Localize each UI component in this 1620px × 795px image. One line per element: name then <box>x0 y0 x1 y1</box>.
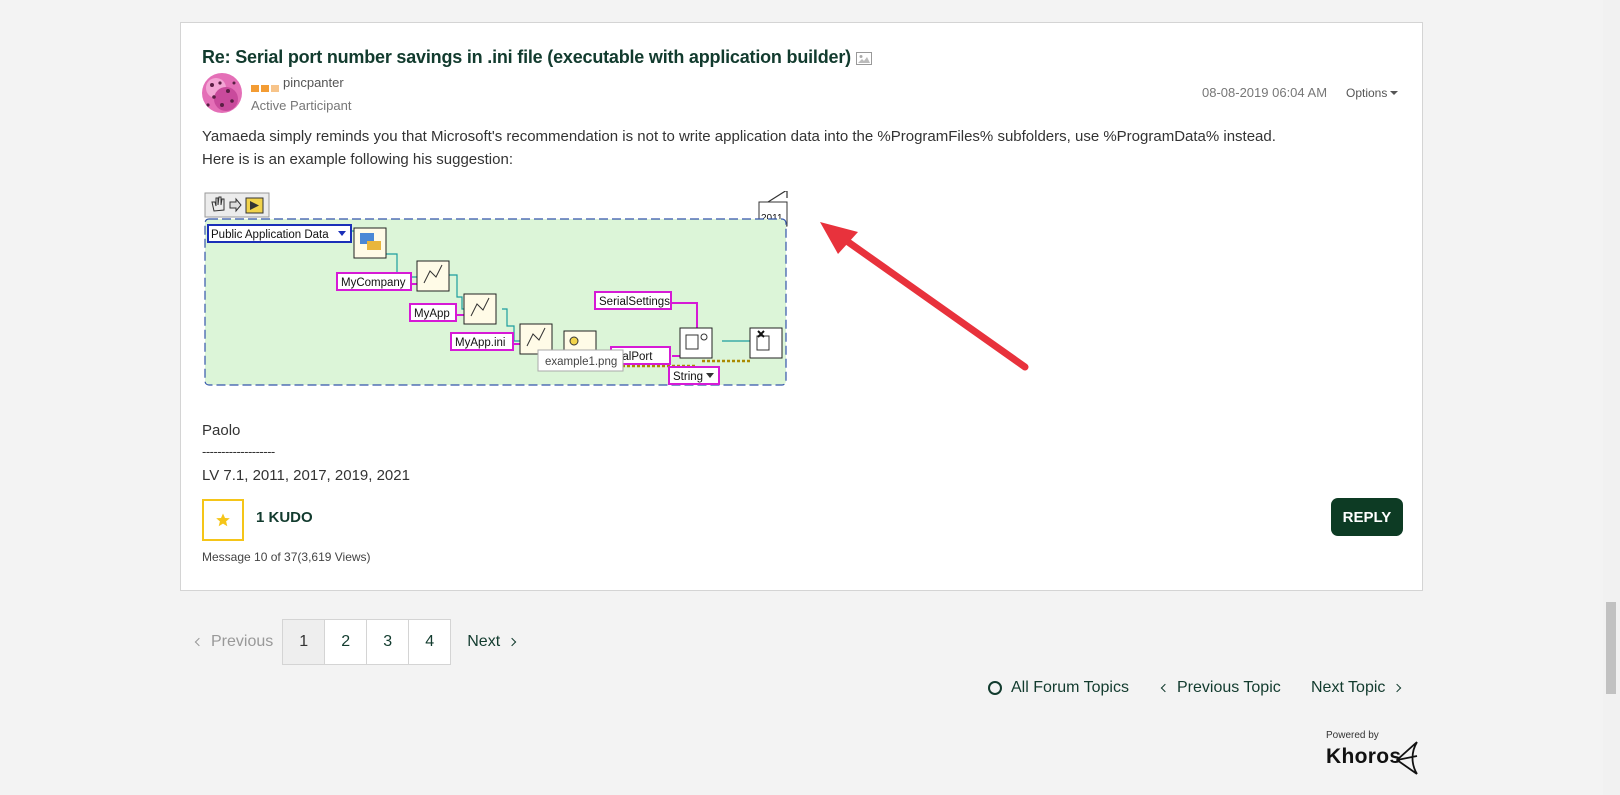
page-link-1[interactable]: 1 <box>282 619 326 665</box>
caret-down-icon <box>1390 91 1399 95</box>
page-link-4[interactable]: 4 <box>408 619 452 665</box>
body-line: Here is is an example following his sugg… <box>202 151 513 168</box>
star-icon <box>216 513 230 527</box>
khoros-logo[interactable]: Khoros <box>1326 745 1401 769</box>
image-attachment-icon <box>855 49 872 70</box>
chevron-right-icon <box>507 637 517 647</box>
build-path-node-icon <box>463 293 497 325</box>
powered-by-label: Powered by <box>1326 730 1379 741</box>
chevron-left-icon <box>1160 683 1170 693</box>
all-forum-topics-label[interactable]: All Forum Topics <box>1011 679 1129 697</box>
block-diagram-image[interactable]: 2011 Public Application Data <box>202 189 792 416</box>
pagination-next[interactable]: Next <box>451 619 517 665</box>
path-function-node-icon <box>353 227 387 259</box>
circle-icon <box>988 681 1002 695</box>
kudo-button[interactable] <box>202 499 244 541</box>
post-title-text[interactable]: Re: Serial port number savings in .ini f… <box>202 47 851 67</box>
close-config-node-icon <box>749 327 783 359</box>
page-link-3[interactable]: 3 <box>366 619 410 665</box>
khoros-logo-icon <box>1396 741 1418 775</box>
next-topic-link[interactable]: Next Topic <box>1311 679 1402 697</box>
string-constant: MyApp.ini <box>455 337 506 349</box>
author-rank: Active Participant <box>251 98 352 113</box>
pagination-previous-label: Previous <box>211 633 274 650</box>
signature-divider: ------------------- <box>202 444 275 459</box>
build-path-node-icon <box>416 260 450 292</box>
pagination-next-label[interactable]: Next <box>467 633 500 651</box>
signature-versions: LV 7.1, 2011, 2017, 2019, 2021 <box>202 467 410 484</box>
string-constant: MyApp <box>414 308 450 320</box>
signature-name: Paolo <box>202 422 241 439</box>
pagination: Previous 1 2 3 4 Next <box>188 619 517 665</box>
scrollbar-thumb[interactable] <box>1606 602 1616 694</box>
red-arrow-annotation <box>820 222 1029 371</box>
rank-bar-icon <box>251 79 279 97</box>
all-forum-topics-link[interactable]: All Forum Topics <box>988 679 1129 697</box>
previous-topic-link[interactable]: Previous Topic <box>1160 679 1281 697</box>
page-link-2[interactable]: 2 <box>324 619 368 665</box>
read-key-node-icon <box>679 327 713 359</box>
avatar[interactable] <box>202 73 242 113</box>
string-constant: SerialSettings <box>599 296 670 308</box>
body-line: Yamaeda simply reminds you that Microsof… <box>202 128 1276 145</box>
chevron-right-icon <box>1393 683 1402 693</box>
post-body: Yamaeda simply reminds you that Microsof… <box>202 125 1402 171</box>
pagination-previous: Previous <box>188 619 283 665</box>
type-dropdown: String <box>673 371 703 383</box>
image-tooltip: example1.png <box>545 356 617 368</box>
kudo-count[interactable]: 1 KUDO <box>256 509 313 526</box>
snippet-icon <box>245 197 264 214</box>
previous-topic-label[interactable]: Previous Topic <box>1177 679 1281 697</box>
string-constant: MyCompany <box>341 277 406 289</box>
post-title[interactable]: Re: Serial port number savings in .ini f… <box>202 47 872 70</box>
post-timestamp: 08-08-2019 06:04 AM <box>1202 85 1328 100</box>
options-label[interactable]: Options <box>1346 86 1387 100</box>
enum-control: Public Application Data <box>211 229 329 241</box>
options-menu[interactable]: Options <box>1346 86 1399 100</box>
message-info: Message 10 of 37(3,619 Views) <box>202 550 371 564</box>
author-username[interactable]: pincpanter <box>283 75 344 90</box>
reply-button[interactable]: REPLY <box>1331 498 1403 536</box>
chevron-left-icon <box>194 637 204 647</box>
next-topic-label[interactable]: Next Topic <box>1311 679 1385 697</box>
